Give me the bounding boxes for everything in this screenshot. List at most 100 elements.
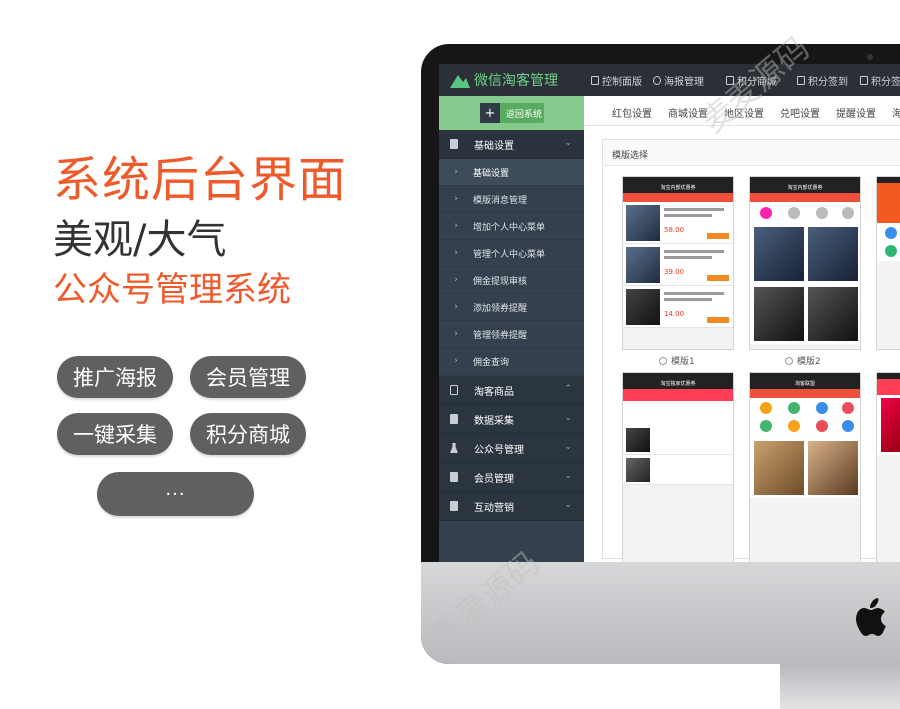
doc-icon (860, 76, 868, 85)
product-image (754, 441, 804, 495)
sidebar-item-label: 佣金查询 (473, 357, 510, 368)
sidebar-item-withdraw-review[interactable]: › 佣金提现审核 (439, 267, 584, 294)
back-to-system-button[interactable]: + 返回系统 (480, 103, 544, 123)
product-grid (750, 224, 860, 284)
sidebar-group-interactive-marketing[interactable]: 互动营销 ⌄ (439, 492, 584, 521)
phone-header: 淘宝内部优惠券 (623, 183, 733, 193)
sidebar-item-commission-query[interactable]: › 佣金查询 (439, 348, 584, 375)
coupon-button (707, 275, 729, 281)
promo-subtitle: 美观/大气 (53, 217, 227, 263)
template-1-preview[interactable]: 淘宝内部优惠券 58.00 39.00 14.00 (622, 176, 734, 350)
sidebar-item-manage-coupon-reminder[interactable]: › 管理领券提醒 (439, 321, 584, 348)
template-2-radio[interactable]: 模版2 (785, 354, 821, 367)
product-line (664, 256, 712, 259)
sidebar-item-template-messages[interactable]: › 模版消息管理 (439, 186, 584, 213)
sidebar-item-label: 添加领券提醒 (473, 303, 528, 314)
nav-points-signin[interactable]: 积分签到 (860, 73, 900, 88)
table-icon (450, 385, 458, 395)
tab-more[interactable]: 海 (892, 105, 900, 120)
app-name: 微信淘客管理 (474, 73, 558, 89)
category-icons (623, 401, 733, 425)
sidebar-group-label: 数据采集 (474, 415, 514, 427)
list-item: 14.00 (623, 286, 733, 328)
template-1-radio[interactable]: 模版1 (659, 354, 695, 367)
sidebar-group-data-collection[interactable]: 数据采集 ⌄ (439, 405, 584, 434)
chevron-up-icon: ⌃ (564, 384, 572, 394)
doc-icon (450, 139, 458, 149)
plus-icon: + (480, 103, 500, 123)
sidebar-group-official-account[interactable]: 公众号管理 ⌄ (439, 434, 584, 463)
sidebar-group-label: 淘客商品 (474, 386, 514, 398)
radio-icon (785, 356, 793, 365)
sidebar-item-label: 佣金提现审核 (473, 276, 528, 287)
template-5-preview[interactable]: 淘客联盟 (749, 372, 861, 562)
chevron-right-icon: › (454, 194, 458, 204)
category-icon (760, 420, 772, 432)
nav-points-checkin[interactable]: 积分签到 (797, 73, 848, 88)
template-2-preview[interactable]: 淘宝内部优惠券 (749, 176, 861, 350)
product-line (664, 208, 724, 211)
sidebar-item-label: 增加个人中心菜单 (473, 222, 546, 233)
coupon-button (707, 317, 729, 323)
sidebar-item-add-menu[interactable]: › 增加个人中心菜单 (439, 213, 584, 240)
sidebar-item-basic-settings[interactable]: › 基础设置 (439, 159, 584, 186)
sidebar-item-manage-menu[interactable]: › 管理个人中心菜单 (439, 240, 584, 267)
radio-icon (659, 356, 667, 365)
sidebar-group-products[interactable]: 淘客商品 ⌃ (439, 376, 584, 405)
product-price: 39.00 (664, 268, 685, 276)
admin-screen: 微信淘客管理 控制面版 海报管理 积分商城 积分签到 积分签到 (439, 64, 900, 562)
category-icons (877, 223, 900, 261)
category-icon (760, 207, 772, 219)
template-label: 模版1 (671, 357, 695, 367)
apple-logo-icon (856, 598, 886, 636)
chevron-right-icon: › (454, 221, 458, 231)
nav-poster-management[interactable]: 海报管理 (653, 73, 704, 88)
category-icons (750, 398, 860, 438)
category-icon (842, 207, 854, 219)
product-image (808, 287, 858, 341)
coupon-button (707, 233, 729, 239)
sidebar-item-label: 模版消息管理 (473, 195, 528, 206)
promo-tagline: 公众号管理系统 (53, 270, 291, 310)
phone-header: 淘客联盟 (750, 379, 860, 389)
doc-icon (450, 501, 458, 511)
tab-reminder[interactable]: 提醒设置 (836, 105, 876, 120)
template-3-preview[interactable] (876, 176, 900, 350)
feature-pill-collect: 一键采集 (57, 413, 173, 455)
nav-label: 积分签到 (871, 77, 900, 88)
phone-search-bar (623, 389, 733, 401)
category-icon (885, 245, 897, 257)
template-6-preview[interactable] (876, 372, 900, 562)
product-line (664, 298, 712, 301)
tab-duiba[interactable]: 兑吧设置 (780, 105, 820, 120)
sidebar-item-add-coupon-reminder[interactable]: › 添加领券提醒 (439, 294, 584, 321)
chat-icon (653, 76, 661, 85)
phone-search-bar (750, 193, 860, 202)
template-4-preview[interactable]: 淘宝独家优惠券 (622, 372, 734, 562)
nav-label: 海报管理 (664, 77, 704, 88)
tab-red-packet[interactable]: 红包设置 (612, 105, 652, 120)
category-icon (816, 402, 828, 414)
category-icon (842, 402, 854, 414)
category-icon (788, 207, 800, 219)
nav-control-panel[interactable]: 控制面版 (591, 73, 642, 88)
sidebar-group-basic-settings[interactable]: 基础设置 ⌄ (439, 130, 584, 159)
category-icon (816, 207, 828, 219)
phone-search-bar (623, 193, 733, 202)
chevron-down-icon: ⌄ (564, 442, 572, 452)
product-image (808, 227, 858, 281)
phone-header: 淘宝内部优惠券 (750, 183, 860, 193)
product-price: 14.00 (664, 310, 685, 318)
product-image (754, 227, 804, 281)
phone-header: 淘宝独家优惠券 (623, 379, 733, 389)
sidebar-item-label: 管理领券提醒 (473, 330, 528, 341)
product-image (626, 289, 660, 325)
category-icon (842, 420, 854, 432)
nav-label: 积分签到 (808, 77, 848, 88)
sidebar-group-members[interactable]: 会员管理 ⌄ (439, 463, 584, 492)
product-line (664, 292, 724, 295)
product-grid (750, 438, 860, 498)
feature-pill-more: ··· (97, 472, 254, 516)
flask-icon (450, 443, 458, 453)
sidebar-group-label: 会员管理 (474, 473, 514, 485)
